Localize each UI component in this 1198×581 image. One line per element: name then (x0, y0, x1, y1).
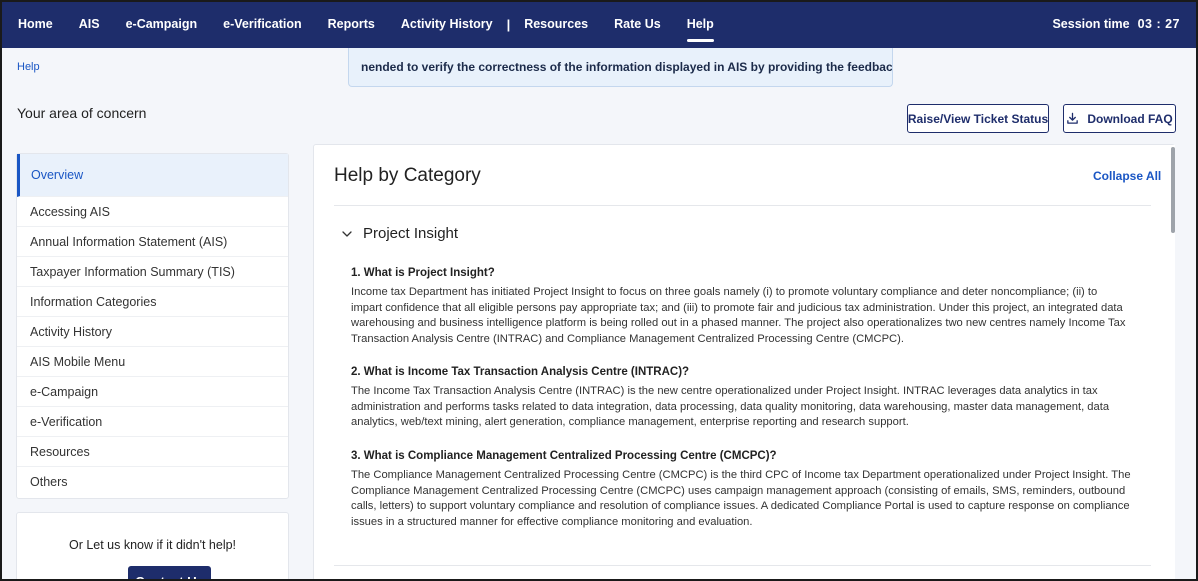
answer-line: analytics, web/text mining, alert genera… (351, 416, 909, 428)
nav-activity-history[interactable]: Activity History (401, 0, 493, 48)
session-timer: Session time 03 : 27 (1052, 0, 1180, 48)
sidebar-item-overview[interactable]: Overview (17, 154, 288, 197)
section-toggle-project-insight[interactable]: Project Insight (341, 225, 458, 242)
answer-line: Transaction Analysis Centre (INTRAC) and… (351, 332, 904, 345)
nav-separator: | (506, 16, 511, 32)
raise-ticket-button[interactable]: Raise/View Ticket Status (907, 104, 1049, 133)
sidebar-item-e-campaign[interactable]: e-Campaign (17, 377, 288, 407)
answer-line: The Income Tax Transaction Analysis Cent… (351, 385, 1098, 397)
faq-answer: The Income Tax Transaction Analysis Cent… (351, 384, 1156, 431)
sidebar-item-activity-history[interactable]: Activity History (17, 317, 288, 347)
contact-us-button[interactable]: Contact Us (128, 566, 211, 581)
faq-answer: Income tax Department has initiated Proj… (351, 285, 1156, 347)
raise-ticket-label: Raise/View Ticket Status (907, 111, 1049, 126)
answer-line: impart confidence that all eligible pers… (351, 301, 1123, 314)
divider (334, 565, 1151, 566)
session-time: 03 : 27 (1137, 17, 1180, 31)
sidebar-item-resources[interactable]: Resources (17, 437, 288, 467)
faq-item: 2. What is Income Tax Transaction Analys… (351, 366, 1156, 431)
faq-question: 2. What is Income Tax Transaction Analys… (351, 366, 690, 378)
banner-text: nended to verify the correctness of the … (361, 60, 893, 74)
download-icon (1067, 112, 1079, 124)
answer-line: calls, letters) to support voluntary com… (351, 500, 1130, 512)
top-nav: Home AIS e-Campaign e-Verification Repor… (0, 0, 1198, 48)
page-title: Your area of concern (17, 105, 147, 121)
contact-box: Or Let us know if it didn't help! Contac… (16, 512, 289, 581)
faq-question: 3. What is Compliance Management Central… (351, 450, 777, 462)
answer-line: warehousing and business intelligence pl… (351, 317, 1126, 329)
session-label: Session time (1052, 17, 1130, 31)
faq-question: 1. What is Project Insight? (351, 267, 495, 279)
scrollbar-thumb[interactable] (1171, 147, 1175, 233)
nav-resources[interactable]: Resources (524, 0, 588, 48)
sidebar-item-others[interactable]: Others (17, 467, 288, 497)
help-panel: Help by Category Collapse All Project In… (313, 144, 1175, 581)
info-banner: nended to verify the correctness of the … (348, 48, 893, 87)
sidebar-item-e-verification[interactable]: e-Verification (17, 407, 288, 437)
sidebar-item-ais-mobile-menu[interactable]: AIS Mobile Menu (17, 347, 288, 377)
nav-home[interactable]: Home (18, 0, 53, 48)
category-sidebar: Overview Accessing AIS Annual Informatio… (16, 153, 289, 499)
nav-reports[interactable]: Reports (328, 0, 375, 48)
sidebar-item-ais[interactable]: Annual Information Statement (AIS) (17, 227, 288, 257)
answer-line: issues in a structured manner for effect… (351, 515, 753, 528)
answer-line: administration and performs tasks relate… (351, 400, 1110, 413)
download-faq-label: Download FAQ (1087, 111, 1173, 126)
sidebar-item-tis[interactable]: Taxpayer Information Summary (TIS) (17, 257, 288, 287)
collapse-all-link[interactable]: Collapse All (1093, 169, 1161, 183)
faq-answer: The Compliance Management Centralized Pr… (351, 468, 1156, 530)
breadcrumb[interactable]: Help (17, 61, 40, 73)
contact-prompt: Or Let us know if it didn't help! (68, 538, 237, 552)
answer-line: The Compliance Management Centralized Pr… (351, 469, 1131, 481)
faq-item: 1. What is Project Insight? Income tax D… (351, 267, 1156, 347)
answer-line: Compliance Management Centralized Proces… (351, 484, 1126, 497)
chevron-down-icon (342, 230, 352, 237)
sidebar-item-information-categories[interactable]: Information Categories (17, 287, 288, 317)
divider (334, 205, 1151, 206)
answer-line: Income tax Department has initiated Proj… (351, 286, 1098, 298)
nav-e-verification[interactable]: e-Verification (223, 0, 302, 48)
nav-help[interactable]: Help (686, 0, 714, 48)
faq-item: 3. What is Compliance Management Central… (351, 450, 1156, 530)
sidebar-item-accessing-ais[interactable]: Accessing AIS (17, 197, 288, 227)
nav-rate-us[interactable]: Rate Us (614, 0, 661, 48)
section-title: Project Insight (363, 225, 459, 242)
nav-ais[interactable]: AIS (79, 0, 100, 48)
nav-e-campaign[interactable]: e-Campaign (126, 0, 198, 48)
help-title: Help by Category (334, 165, 481, 186)
download-faq-button[interactable]: Download FAQ (1063, 104, 1176, 133)
